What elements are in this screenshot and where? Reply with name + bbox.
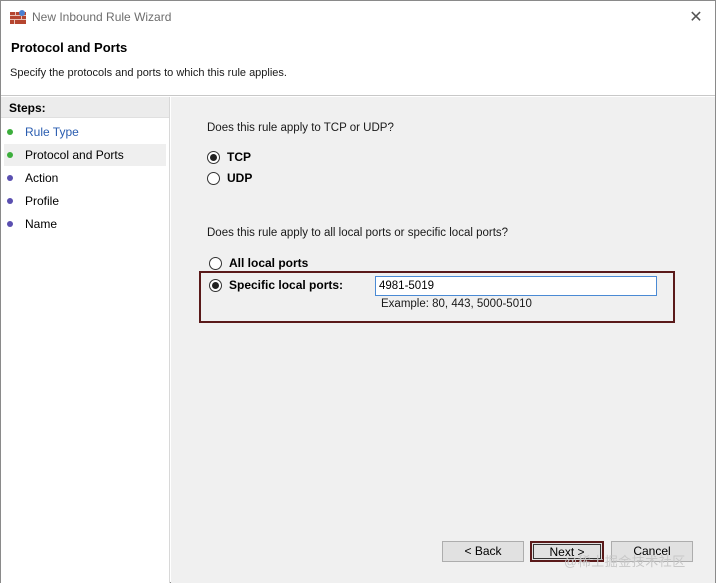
page-subtitle: Specify the protocols and ports to which… (10, 67, 287, 79)
step-label: Name (25, 217, 58, 231)
udp-radio-option[interactable]: UDP (207, 171, 252, 185)
step-protocol-and-ports[interactable]: Protocol and Ports (4, 144, 166, 166)
all-ports-radio[interactable] (209, 256, 222, 270)
steps-heading-label: Steps: (9, 101, 46, 115)
specific-ports-radio[interactable] (209, 278, 222, 292)
step-rule-type[interactable]: Rule Type (4, 121, 166, 143)
window-title: New Inbound Rule Wizard (32, 10, 172, 24)
specific-ports-label: Specific local ports: (229, 278, 344, 292)
ports-question: Does this rule apply to all local ports … (207, 227, 509, 239)
specific-ports-input[interactable] (375, 276, 657, 296)
main-content: Does this rule apply to TCP or UDP? TCP … (171, 97, 715, 583)
title-bar: New Inbound Rule Wizard ✕ (1, 1, 715, 33)
close-icon: ✕ (689, 9, 703, 26)
tcp-radio-option[interactable]: TCP (207, 150, 251, 164)
step-label: Rule Type (25, 125, 79, 139)
step-status-icon (7, 152, 13, 158)
step-status-icon (7, 221, 13, 227)
steps-heading: Steps: (1, 97, 169, 118)
step-label: Protocol and Ports (25, 148, 124, 162)
step-label: Action (25, 171, 59, 185)
wizard-window: New Inbound Rule Wizard ✕ Protocol and P… (0, 0, 716, 583)
steps-panel: Steps: Rule Type Protocol and Ports Acti… (1, 97, 170, 583)
step-status-icon (7, 175, 13, 181)
firewall-icon (10, 10, 26, 24)
close-button[interactable]: ✕ (681, 3, 711, 31)
step-action: Action (4, 167, 166, 189)
step-status-icon (7, 129, 13, 135)
protocol-question: Does this rule apply to TCP or UDP? (207, 122, 394, 134)
ports-example: Example: 80, 443, 5000-5010 (381, 298, 532, 310)
step-name: Name (4, 213, 166, 235)
page-title: Protocol and Ports (11, 40, 128, 55)
step-label: Profile (25, 194, 60, 208)
watermark: @稀土掘金技术社区 (564, 554, 686, 569)
wizard-header: Protocol and Ports Specify the protocols… (1, 33, 715, 96)
step-status-icon (7, 198, 13, 204)
back-button[interactable]: < Back (442, 541, 524, 562)
all-ports-label: All local ports (229, 256, 309, 270)
step-profile: Profile (4, 190, 166, 212)
all-ports-radio-option[interactable]: All local ports (209, 256, 308, 270)
tcp-radio[interactable] (207, 150, 220, 164)
udp-radio[interactable] (207, 171, 220, 185)
udp-label: UDP (227, 171, 253, 185)
specific-ports-radio-option[interactable]: Specific local ports: (209, 278, 343, 292)
tcp-label: TCP (227, 150, 251, 164)
